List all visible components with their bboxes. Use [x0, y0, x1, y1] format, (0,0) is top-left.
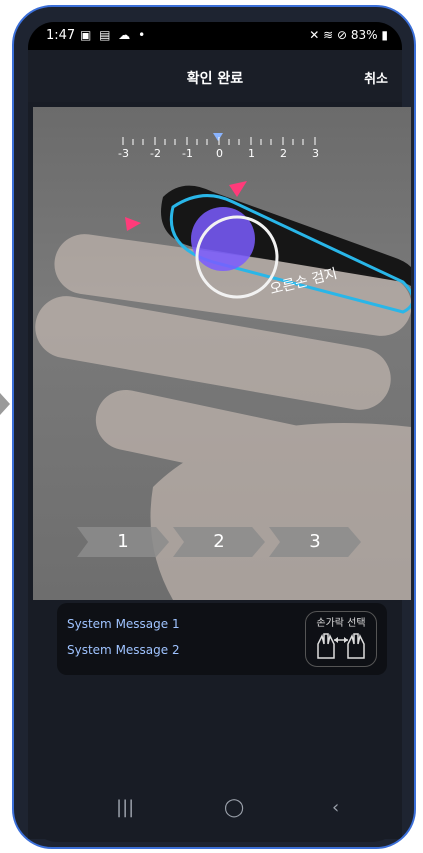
position-ruler: -3 -2 -1 0 1 2 3: [113, 129, 333, 169]
ruler-tick-label: 1: [248, 147, 255, 160]
ruler-tick-label: 0: [216, 147, 223, 160]
status-time: 1:47: [46, 28, 76, 43]
phone-frame: 1:47 ▣ ▤ ☁ • ✕ ≋ ⊘ 83% ▮ 확인 완료 취소 -3 -2 …: [12, 5, 416, 849]
status-bar: 1:47 ▣ ▤ ☁ • ✕ ≋ ⊘ 83% ▮: [28, 22, 402, 50]
cancel-button[interactable]: 취소: [364, 68, 388, 87]
system-icons: ✕ ≋ ⊘: [309, 28, 348, 42]
left-edge-arrow: [0, 393, 10, 415]
battery-percent: 83%: [350, 28, 378, 42]
home-icon[interactable]: ◯: [224, 797, 244, 818]
recent-apps-icon[interactable]: |||: [116, 797, 134, 818]
ruler-tick-label: -2: [150, 147, 161, 160]
marker-left-icon: [125, 217, 141, 231]
step-3[interactable]: 3: [269, 527, 361, 557]
back-icon[interactable]: ‹: [332, 797, 339, 818]
ruler-tick-label: 2: [280, 147, 287, 160]
ruler-tick-label: 3: [312, 147, 319, 160]
system-message-panel: System Message 1 System Message 2 손가락 선택: [57, 603, 387, 675]
marker-top-icon: [229, 181, 247, 197]
hands-swap-icon: [317, 633, 365, 659]
step-indicator: 1 2 3: [77, 527, 367, 559]
android-nav-bar: ||| ◯ ‹: [28, 779, 402, 839]
header-bar: 확인 완료 취소: [28, 50, 402, 102]
page-title: 확인 완료: [186, 71, 244, 87]
camera-preview: -3 -2 -1 0 1 2 3 오른손 검지 1 2 3: [33, 107, 411, 600]
system-message-1: System Message 1: [67, 617, 180, 631]
finger-select-label: 손가락 선택: [316, 618, 366, 629]
step-2[interactable]: 2: [173, 527, 265, 557]
finger-select-button[interactable]: 손가락 선택: [305, 611, 377, 667]
notification-icons: ▣ ▤ ☁ •: [80, 28, 148, 42]
ruler-tick-label: -3: [118, 147, 129, 160]
step-1[interactable]: 1: [77, 527, 169, 557]
system-message-2: System Message 2: [67, 643, 180, 657]
ruler-tick-label: -1: [182, 147, 193, 160]
status-right: ✕ ≋ ⊘ 83% ▮: [309, 28, 388, 42]
battery-icon: ▮: [381, 28, 388, 42]
